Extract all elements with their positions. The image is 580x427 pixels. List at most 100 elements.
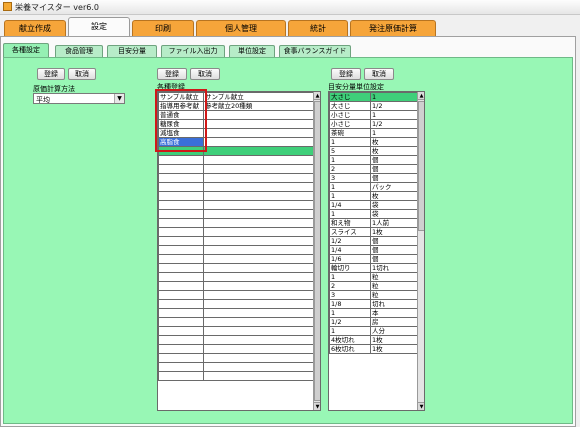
registration-desc-cell[interactable] — [203, 164, 315, 174]
unit-name-cell[interactable]: 1 — [370, 92, 419, 102]
table-row[interactable] — [158, 200, 315, 210]
unit-amount-cell[interactable]: スライス — [329, 227, 371, 237]
registration-desc-cell[interactable] — [203, 245, 315, 255]
registration-name-cell[interactable]: 糖尿食 — [158, 119, 204, 129]
registration-desc-cell[interactable] — [203, 200, 315, 210]
scroll-thumb[interactable] — [418, 101, 424, 231]
registration-cancel-button[interactable]: 取消 — [190, 68, 220, 80]
registration-name-cell[interactable] — [158, 344, 204, 354]
table-row[interactable] — [158, 155, 315, 165]
registration-desc-cell[interactable] — [203, 335, 315, 345]
table-row[interactable] — [158, 317, 315, 327]
unit-amount-cell[interactable]: 1 — [329, 209, 371, 219]
unit-amount-cell[interactable]: 1 — [329, 308, 371, 318]
registration-name-cell[interactable]: 減塩食 — [158, 128, 204, 138]
cost-cancel-button[interactable]: 取消 — [68, 68, 96, 80]
table-row[interactable]: 1袋 — [329, 209, 419, 219]
registration-desc-cell[interactable] — [203, 119, 315, 129]
registration-name-cell[interactable] — [158, 245, 204, 255]
unit-name-cell[interactable]: 個 — [370, 254, 419, 264]
unit-amount-cell[interactable]: 1/6 — [329, 254, 371, 264]
tab-statistics[interactable]: 統計 — [288, 20, 348, 36]
registration-desc-cell[interactable] — [203, 353, 315, 363]
unit-name-cell[interactable]: 枚 — [370, 146, 419, 156]
registration-name-cell[interactable] — [158, 218, 204, 228]
table-row[interactable]: 1/2 個 — [329, 236, 419, 246]
registration-name-cell[interactable] — [158, 164, 204, 174]
registration-desc-cell[interactable]: サンプル献立 — [203, 92, 315, 102]
unit-amount-cell[interactable]: 小さじ — [329, 119, 371, 129]
table-row[interactable]: 減塩食 — [158, 128, 315, 138]
unit-amount-cell[interactable]: 1/2 — [329, 236, 371, 246]
unit-amount-cell[interactable]: 1 — [329, 326, 371, 336]
cost-register-button[interactable]: 登録 — [37, 68, 65, 80]
table-row[interactable] — [158, 245, 315, 255]
registration-desc-cell[interactable] — [203, 317, 315, 327]
unit-name-cell[interactable]: 房 — [370, 317, 419, 327]
tab-print[interactable]: 印刷 — [132, 20, 194, 36]
unit-amount-cell[interactable]: 1/8 — [329, 299, 371, 309]
unit-name-cell[interactable]: 1/2 — [370, 101, 419, 111]
unit-amount-cell[interactable]: 1/4 — [329, 200, 371, 210]
registration-name-cell[interactable] — [158, 200, 204, 210]
registration-name-cell[interactable] — [158, 155, 204, 165]
unit-amount-cell[interactable]: 1 — [329, 155, 371, 165]
registration-name-cell[interactable] — [158, 272, 204, 282]
table-row[interactable]: 茶碗 1 — [329, 128, 419, 138]
registration-name-cell[interactable] — [158, 317, 204, 327]
registration-desc-cell[interactable] — [203, 344, 315, 354]
table-row[interactable]: 1/4 袋 — [329, 200, 419, 210]
registration-name-cell[interactable]: 高脂食 — [158, 137, 204, 147]
table-row[interactable] — [158, 371, 315, 381]
registration-name-cell[interactable]: 普通食 — [158, 110, 204, 120]
table-row[interactable] — [158, 335, 315, 345]
registration-desc-cell[interactable] — [203, 227, 315, 237]
table-row[interactable]: 輪切り 1切れ — [329, 263, 419, 273]
table-row[interactable] — [158, 281, 315, 291]
registration-scrollbar[interactable]: ▲ ▼ — [313, 92, 320, 410]
table-row[interactable]: 1 パック — [329, 182, 419, 192]
unit-register-button[interactable]: 登録 — [331, 68, 361, 80]
table-row[interactable] — [158, 362, 315, 372]
table-row[interactable]: 1/6 個 — [329, 254, 419, 264]
tab-menu-creation[interactable]: 献立作成 — [4, 20, 66, 36]
registration-name-cell[interactable] — [158, 209, 204, 219]
unit-name-cell[interactable]: 1枚 — [370, 335, 419, 345]
registration-desc-cell[interactable] — [203, 308, 315, 318]
table-row[interactable] — [158, 254, 315, 264]
table-row[interactable]: 3粒 — [329, 290, 419, 300]
table-row[interactable]: 指導用参考献 参考献立20種類 — [158, 101, 315, 111]
registration-name-cell[interactable] — [158, 263, 204, 273]
tab-order-cost[interactable]: 発注原価計算 — [350, 20, 436, 36]
table-row[interactable]: 4枚切れ 1枚 — [329, 335, 419, 345]
unit-amount-cell[interactable]: 1 — [329, 182, 371, 192]
registration-desc-cell[interactable] — [203, 146, 315, 156]
table-row[interactable] — [158, 344, 315, 354]
registration-name-cell[interactable] — [158, 353, 204, 363]
tab-personal[interactable]: 個人管理 — [196, 20, 286, 36]
registration-name-cell[interactable] — [158, 326, 204, 336]
registration-name-cell[interactable] — [158, 173, 204, 183]
subtab-general-settings[interactable]: 各種設定 — [3, 43, 49, 57]
unit-name-cell[interactable]: 袋 — [370, 200, 419, 210]
unit-amount-cell[interactable]: 1 — [329, 137, 371, 147]
registration-name-cell[interactable] — [158, 299, 204, 309]
unit-name-cell[interactable]: 粒 — [370, 290, 419, 300]
unit-amount-cell[interactable]: 2 — [329, 164, 371, 174]
tab-settings[interactable]: 設定 — [68, 17, 130, 36]
scroll-up-icon[interactable]: ▲ — [418, 92, 424, 100]
unit-name-cell[interactable]: 個 — [370, 173, 419, 183]
table-row[interactable]: 大さじ 1/2 — [329, 101, 419, 111]
unit-name-cell[interactable]: 個 — [370, 164, 419, 174]
subtab-file-io[interactable]: ファイル入出力 — [161, 45, 225, 57]
scroll-up-icon[interactable]: ▲ — [314, 92, 320, 100]
table-row[interactable]: 2粒 — [329, 281, 419, 291]
registration-name-cell[interactable]: サンプル献立 — [158, 92, 204, 102]
registration-name-cell[interactable] — [158, 146, 204, 156]
unit-name-cell[interactable]: パック — [370, 182, 419, 192]
table-row[interactable] — [158, 164, 315, 174]
table-row[interactable]: 普通食 — [158, 110, 315, 120]
table-row[interactable] — [158, 227, 315, 237]
registration-name-cell[interactable] — [158, 182, 204, 192]
unit-name-cell[interactable]: 1枚 — [370, 227, 419, 237]
